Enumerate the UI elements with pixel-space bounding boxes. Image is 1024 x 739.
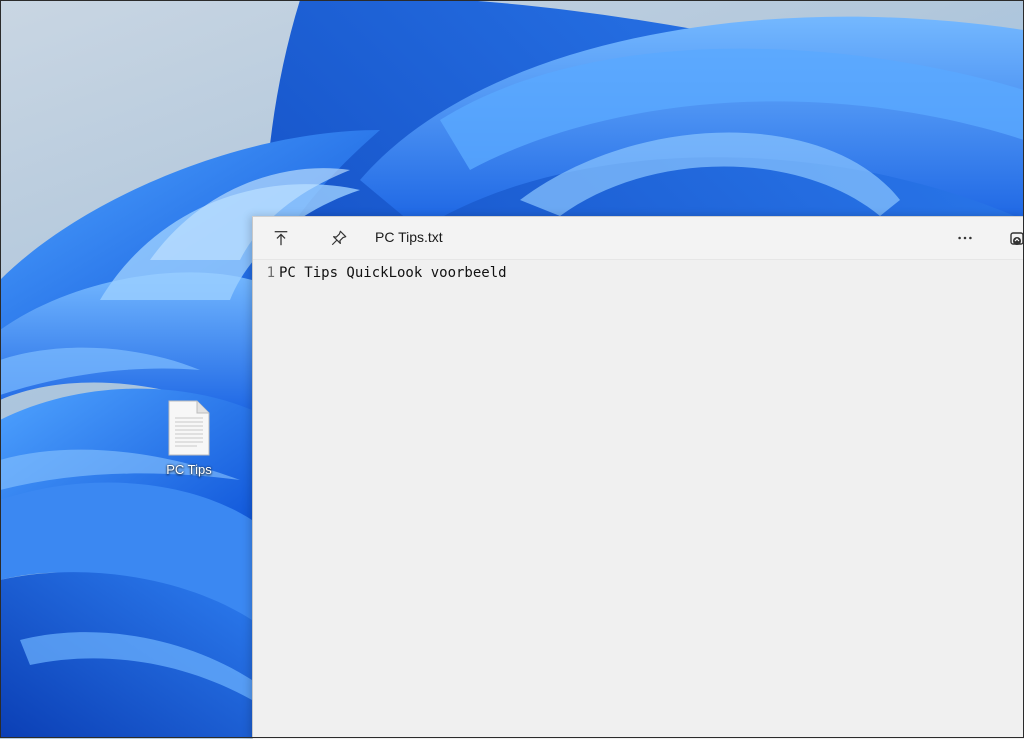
file-preview-content[interactable]: 1 PC Tips QuickLook voorbeeld — [253, 260, 1024, 739]
text-line: 1 PC Tips QuickLook voorbeeld — [253, 265, 507, 281]
more-options-button[interactable] — [949, 223, 981, 253]
open-with-icon — [274, 231, 288, 246]
desktop-icon-pc-tips[interactable]: PC Tips — [153, 400, 225, 477]
line-number: 1 — [266, 265, 275, 281]
quicklook-titlebar[interactable]: PC Tips.txt — [253, 217, 1024, 260]
pin-button[interactable] — [323, 223, 355, 253]
quicklook-window: PC Tips.txt 1 PC Tips QuickLook voorbeeld — [252, 216, 1024, 739]
more-options-icon — [958, 236, 972, 240]
open-with-button[interactable] — [265, 223, 297, 253]
share-icon — [1010, 232, 1024, 245]
line-text: PC Tips QuickLook voorbeeld — [279, 265, 507, 281]
text-file-icon — [168, 400, 210, 456]
pin-icon — [331, 230, 347, 246]
partially-visible-button[interactable] — [1005, 223, 1024, 253]
window-title: PC Tips.txt — [375, 229, 443, 245]
desktop-icon-label: PC Tips — [166, 462, 212, 477]
